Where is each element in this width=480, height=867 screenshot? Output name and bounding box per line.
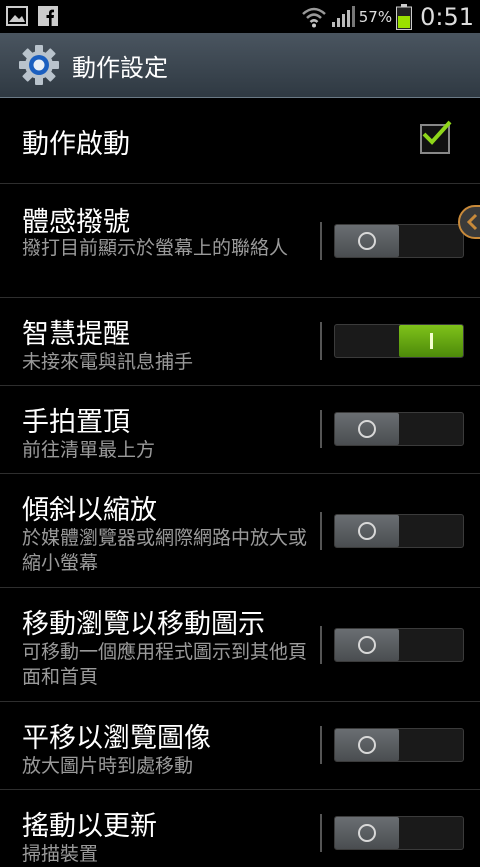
- status-bar: 57% 0:51: [0, 0, 480, 33]
- tilt-zoom-toggle[interactable]: [334, 514, 464, 548]
- pan-browse-image-toggle[interactable]: [334, 728, 464, 762]
- chevron-left-icon: [466, 213, 478, 231]
- smart-alert-toggle[interactable]: [334, 324, 464, 358]
- setting-label: 移動瀏覽以移動圖示: [22, 609, 265, 640]
- setting-row-direct-call[interactable]: 體感撥號 撥打目前顯示於螢幕上的聯絡人: [0, 184, 480, 298]
- double-tap-top-toggle[interactable]: [334, 412, 464, 446]
- toggle-knob: [335, 729, 399, 761]
- row-divider: [320, 626, 322, 664]
- setting-label: 手拍置頂: [22, 407, 130, 438]
- toggle-knob: [335, 413, 399, 445]
- setting-row-pan-move-icon[interactable]: 移動瀏覽以移動圖示 可移動一個應用程式圖示到其他頁面和首頁: [0, 588, 480, 702]
- toggle-knob: [335, 817, 399, 849]
- setting-label: 平移以瀏覽圖像: [22, 723, 211, 754]
- row-divider: [320, 726, 322, 764]
- setting-summary: 前往清單最上方: [22, 439, 156, 461]
- setting-label: 搖動以更新: [22, 811, 157, 842]
- pan-move-icon-toggle[interactable]: [334, 628, 464, 662]
- row-divider: [320, 322, 322, 360]
- wifi-icon: [301, 7, 326, 27]
- row-divider: [320, 222, 322, 260]
- setting-summary: 撥打目前顯示於螢幕上的聯絡人: [22, 237, 289, 259]
- direct-call-toggle[interactable]: [334, 224, 464, 258]
- side-panel-handle[interactable]: [458, 205, 480, 239]
- title-bar: 動作設定: [0, 33, 480, 98]
- setting-label: 傾斜以縮放: [22, 495, 157, 526]
- row-divider: [320, 410, 322, 448]
- setting-label: 智慧提醒: [22, 319, 130, 350]
- signal-icon: [331, 5, 355, 27]
- page-title: 動作設定: [72, 53, 168, 82]
- setting-row-smart-alert[interactable]: 智慧提醒 未接來電與訊息捕手: [0, 298, 480, 386]
- gallery-icon: [6, 6, 28, 26]
- battery-percent: 57%: [358, 7, 393, 26]
- setting-row-shake-update[interactable]: 搖動以更新 掃描裝置: [0, 790, 480, 865]
- setting-summary: 未接來電與訊息捕手: [22, 351, 194, 373]
- settings-list: 動作啟動 體感撥號 撥打目前顯示於螢幕上的聯絡人 智慧提醒 未接來電與訊息捕手 …: [0, 98, 480, 865]
- setting-summary: 可移動一個應用程式圖示到其他頁面和首頁: [22, 641, 308, 688]
- shake-update-toggle[interactable]: [334, 816, 464, 850]
- gear-icon: [19, 45, 59, 85]
- toggle-knob: [399, 325, 463, 357]
- setting-row-tilt-zoom[interactable]: 傾斜以縮放 於媒體瀏覽器或網際網路中放大或縮小螢幕: [0, 474, 480, 588]
- setting-summary: 放大圖片時到處移動: [22, 755, 194, 777]
- setting-summary: 於媒體瀏覽器或網際網路中放大或縮小螢幕: [22, 527, 308, 574]
- facebook-icon: [38, 6, 58, 26]
- setting-row-pan-browse-image[interactable]: 平移以瀏覽圖像 放大圖片時到處移動: [0, 702, 480, 790]
- row-divider: [320, 814, 322, 852]
- motion-activation-checkbox[interactable]: [420, 120, 452, 154]
- battery-icon: [396, 3, 413, 30]
- setting-label: 體感撥號: [22, 207, 130, 238]
- setting-summary: 掃描裝置: [22, 843, 99, 865]
- toggle-knob: [335, 515, 399, 547]
- setting-label: 動作啟動: [22, 129, 130, 160]
- toggle-knob: [335, 629, 399, 661]
- toggle-knob: [335, 225, 399, 257]
- row-divider: [320, 512, 322, 550]
- setting-row-motion-activation[interactable]: 動作啟動: [0, 98, 480, 184]
- clock: 0:51: [420, 2, 474, 31]
- checkmark-icon: [422, 120, 452, 145]
- setting-row-double-tap-top[interactable]: 手拍置頂 前往清單最上方: [0, 386, 480, 474]
